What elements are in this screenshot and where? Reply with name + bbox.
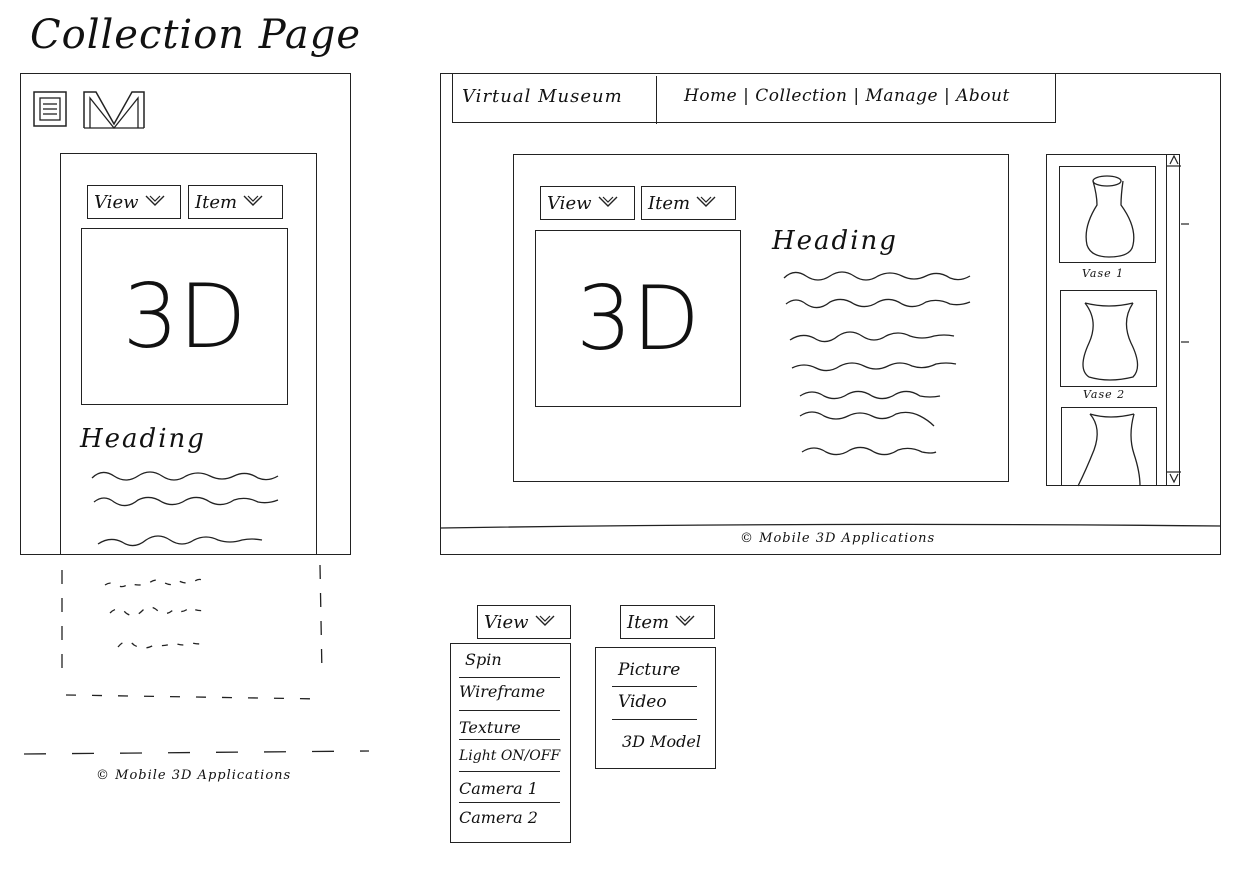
- mobile-view-dropdown-label: View: [94, 191, 139, 213]
- chevron-down-icon: [696, 193, 716, 214]
- nav-link-about[interactable]: About: [956, 86, 1010, 106]
- desktop-item-dropdown-label: Item: [648, 192, 691, 214]
- menu-divider: [459, 771, 560, 772]
- nav-links: Home | Collection | Manage | About: [684, 86, 1010, 106]
- mobile-3d-viewer-label: 3D: [122, 265, 247, 368]
- gallery-item-2-label: Vase 2: [1083, 388, 1126, 401]
- mobile-footer-divider: [23, 748, 370, 758]
- item-menu-list: Picture Video 3D Model: [595, 647, 716, 769]
- view-menu-item-light-toggle[interactable]: Light ON/OFF: [459, 748, 560, 764]
- gallery-item-1-label: Vase 1: [1082, 267, 1125, 280]
- view-menu-item-texture[interactable]: Texture: [459, 718, 521, 737]
- view-menu-trigger-label: View: [484, 611, 529, 633]
- mobile-3d-viewer[interactable]: 3D: [81, 228, 288, 405]
- nav-link-home[interactable]: Home: [684, 86, 737, 106]
- view-menu-item-camera-1[interactable]: Camera 1: [459, 779, 538, 798]
- mobile-body-text-placeholder: [90, 466, 290, 556]
- vase-icon: [1077, 413, 1141, 487]
- nav-link-collection[interactable]: Collection: [755, 86, 847, 106]
- vase-icon: [1082, 302, 1139, 381]
- view-menu-list: Spin Wireframe Texture Light ON/OFF Came…: [450, 643, 571, 843]
- chevron-down-icon: [598, 193, 618, 214]
- chevron-down-icon: [145, 192, 165, 213]
- view-menu-item-wireframe[interactable]: Wireframe: [459, 682, 545, 701]
- hamburger-menu-icon[interactable]: [33, 91, 67, 127]
- view-menu-item-spin[interactable]: Spin: [465, 650, 502, 669]
- item-menu-trigger-label: Item: [627, 611, 670, 633]
- desktop-footer: © Mobile 3D Applications: [740, 531, 936, 546]
- desktop-item-dropdown[interactable]: Item: [641, 186, 736, 220]
- nav-separator: |: [743, 86, 756, 106]
- menu-divider: [459, 710, 560, 711]
- nav-separator: |: [943, 86, 957, 106]
- desktop-view-dropdown-label: View: [547, 192, 592, 214]
- mobile-heading: Heading: [80, 424, 206, 454]
- vm-logo[interactable]: VM: [82, 90, 146, 130]
- chevron-down-icon: [243, 192, 263, 213]
- item-menu-item-3d-model[interactable]: 3D Model: [622, 732, 701, 751]
- desktop-body-text-placeholder: [782, 266, 982, 466]
- desktop-heading: Heading: [772, 226, 898, 256]
- mobile-item-dropdown[interactable]: Item: [188, 185, 283, 219]
- nav-separator: |: [853, 86, 866, 106]
- site-name[interactable]: Virtual Museum: [462, 86, 623, 107]
- mobile-footer: © Mobile 3D Applications: [96, 768, 292, 783]
- desktop-footer-divider: [440, 522, 1222, 530]
- nav-link-manage[interactable]: Manage: [866, 86, 939, 106]
- item-menu-item-picture[interactable]: Picture: [618, 660, 680, 680]
- chevron-down-icon: [535, 612, 555, 633]
- mobile-item-dropdown-label: Item: [195, 191, 238, 213]
- chevron-down-icon: [675, 612, 695, 633]
- menu-divider: [459, 677, 560, 678]
- page-title: Collection Page: [30, 12, 362, 58]
- view-menu-item-camera-2[interactable]: Camera 2: [459, 808, 538, 827]
- menu-divider: [459, 802, 560, 803]
- gallery-item-2-thumbnail[interactable]: [1060, 290, 1157, 387]
- gallery-scrollbar[interactable]: [1166, 154, 1189, 486]
- desktop-view-dropdown[interactable]: View: [540, 186, 635, 220]
- gallery-item-1-thumbnail[interactable]: [1059, 166, 1156, 263]
- menu-divider: [612, 719, 697, 720]
- menu-divider: [459, 739, 560, 740]
- view-menu-trigger[interactable]: View: [477, 605, 571, 639]
- item-menu-item-video[interactable]: Video: [618, 692, 667, 712]
- mobile-view-dropdown[interactable]: View: [87, 185, 181, 219]
- mobile-card-overflow: [60, 555, 325, 705]
- gallery-item-3-thumbnail[interactable]: [1061, 407, 1157, 487]
- item-menu-trigger[interactable]: Item: [620, 605, 715, 639]
- nav-divider: [656, 76, 657, 124]
- menu-divider: [612, 686, 697, 687]
- vase-icon: [1085, 175, 1135, 258]
- desktop-3d-viewer[interactable]: 3D: [535, 230, 741, 407]
- desktop-3d-viewer-label: 3D: [576, 267, 700, 370]
